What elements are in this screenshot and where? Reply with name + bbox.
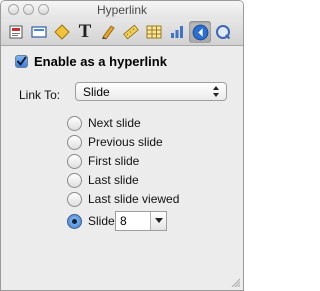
resize-grip-icon[interactable] [230, 277, 240, 287]
chevron-down-icon [154, 218, 163, 223]
chart-inspector-icon [171, 26, 183, 38]
document-inspector-button[interactable] [5, 21, 27, 43]
graphic-inspector-button[interactable] [97, 21, 119, 43]
link-to-popup[interactable]: Slide [75, 82, 227, 101]
graphic-inspector-icon [102, 25, 115, 40]
checkmark-icon [17, 56, 27, 66]
hyperlink-inspector-icon [192, 24, 208, 40]
radio-button[interactable] [67, 173, 82, 188]
radio-button[interactable] [67, 154, 82, 169]
link-to-label: Link To: [19, 88, 61, 102]
radio-label: Last slide [88, 173, 139, 187]
quicktime-inspector-button[interactable] [212, 21, 234, 43]
slide-inspector-icon [31, 26, 47, 38]
inspector-toolbar: T [1, 19, 243, 46]
slide-number-combobox[interactable]: 8 [115, 211, 167, 231]
slide-number-value[interactable]: 8 [120, 214, 127, 228]
up-down-arrows-icon [213, 86, 219, 97]
radio-button[interactable] [67, 135, 82, 150]
build-inspector-icon [54, 24, 70, 40]
hyperlink-inspector-button[interactable] [189, 21, 211, 43]
hyperlink-pane: Enable as a hyperlink Link To: Slide Nex… [1, 46, 243, 290]
enable-hyperlink-label[interactable]: Enable as a hyperlink [34, 54, 167, 69]
window-title: Hyperlink [96, 3, 147, 17]
radio-label: First slide [88, 154, 140, 168]
text-inspector-icon: T [78, 21, 92, 42]
radio-label: Last slide viewed [88, 192, 180, 206]
table-inspector-button[interactable] [143, 21, 165, 43]
radio-label: Next slide [88, 116, 141, 130]
radio-label: Slide [88, 214, 115, 228]
enable-hyperlink-checkbox[interactable] [15, 55, 28, 68]
table-inspector-icon [146, 25, 162, 39]
build-inspector-button[interactable] [51, 21, 73, 43]
slide-inspector-button[interactable] [28, 21, 50, 43]
radio-button[interactable] [67, 192, 82, 207]
radio-button-selected[interactable] [67, 214, 82, 229]
text-inspector-button[interactable]: T [74, 21, 96, 43]
chart-inspector-button[interactable] [166, 21, 188, 43]
quicktime-inspector-icon [216, 25, 231, 40]
title-bar[interactable]: Hyperlink [1, 1, 243, 19]
slide-number-dropdown-button[interactable] [150, 212, 166, 230]
radio-button[interactable] [67, 116, 82, 131]
inspector-window: Hyperlink T Enable as a hyperlink Link T… [0, 0, 244, 291]
metrics-inspector-button[interactable] [120, 21, 142, 43]
radio-label: Previous slide [88, 135, 163, 149]
document-inspector-icon [9, 25, 23, 39]
link-to-value: Slide [83, 85, 110, 99]
metrics-inspector-icon [123, 24, 139, 40]
